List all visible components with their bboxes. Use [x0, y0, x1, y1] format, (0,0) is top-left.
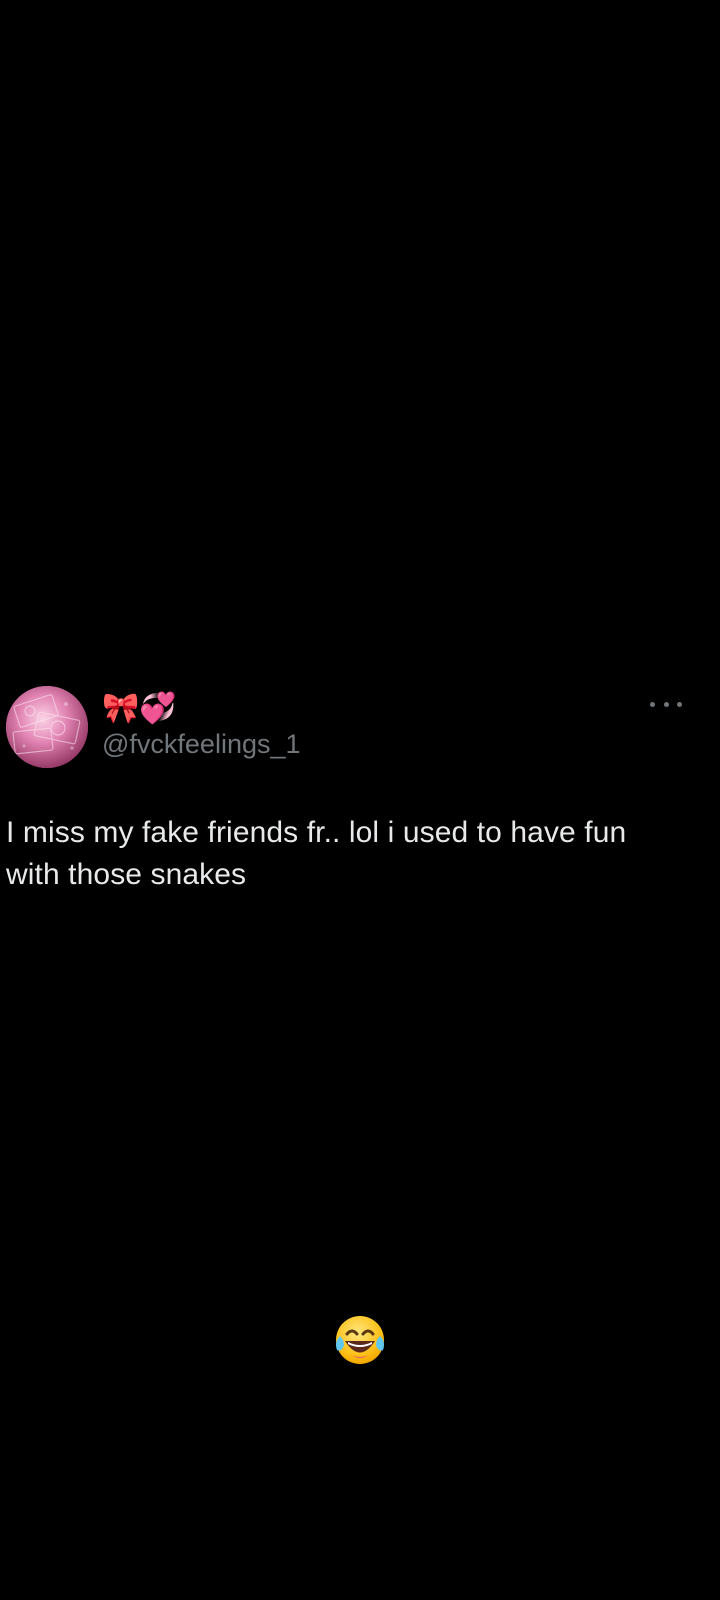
display-name[interactable]: 🎀💞: [102, 692, 177, 726]
more-dots-icon: [677, 701, 682, 707]
tweet-text: I miss my fake friends fr.. lol i used t…: [6, 816, 627, 891]
avatar-image: [6, 686, 88, 768]
more-dots-icon: [663, 701, 669, 707]
tweet-header: 🎀💞 @fvckfeelings_1: [6, 686, 706, 770]
user-handle[interactable]: @fvckfeelings_1: [102, 728, 301, 760]
more-options-button[interactable]: [650, 696, 682, 712]
more-dots-icon: [650, 701, 655, 707]
avatar[interactable]: [6, 686, 88, 768]
face-with-tears-of-joy-emoji: [332, 1312, 388, 1368]
